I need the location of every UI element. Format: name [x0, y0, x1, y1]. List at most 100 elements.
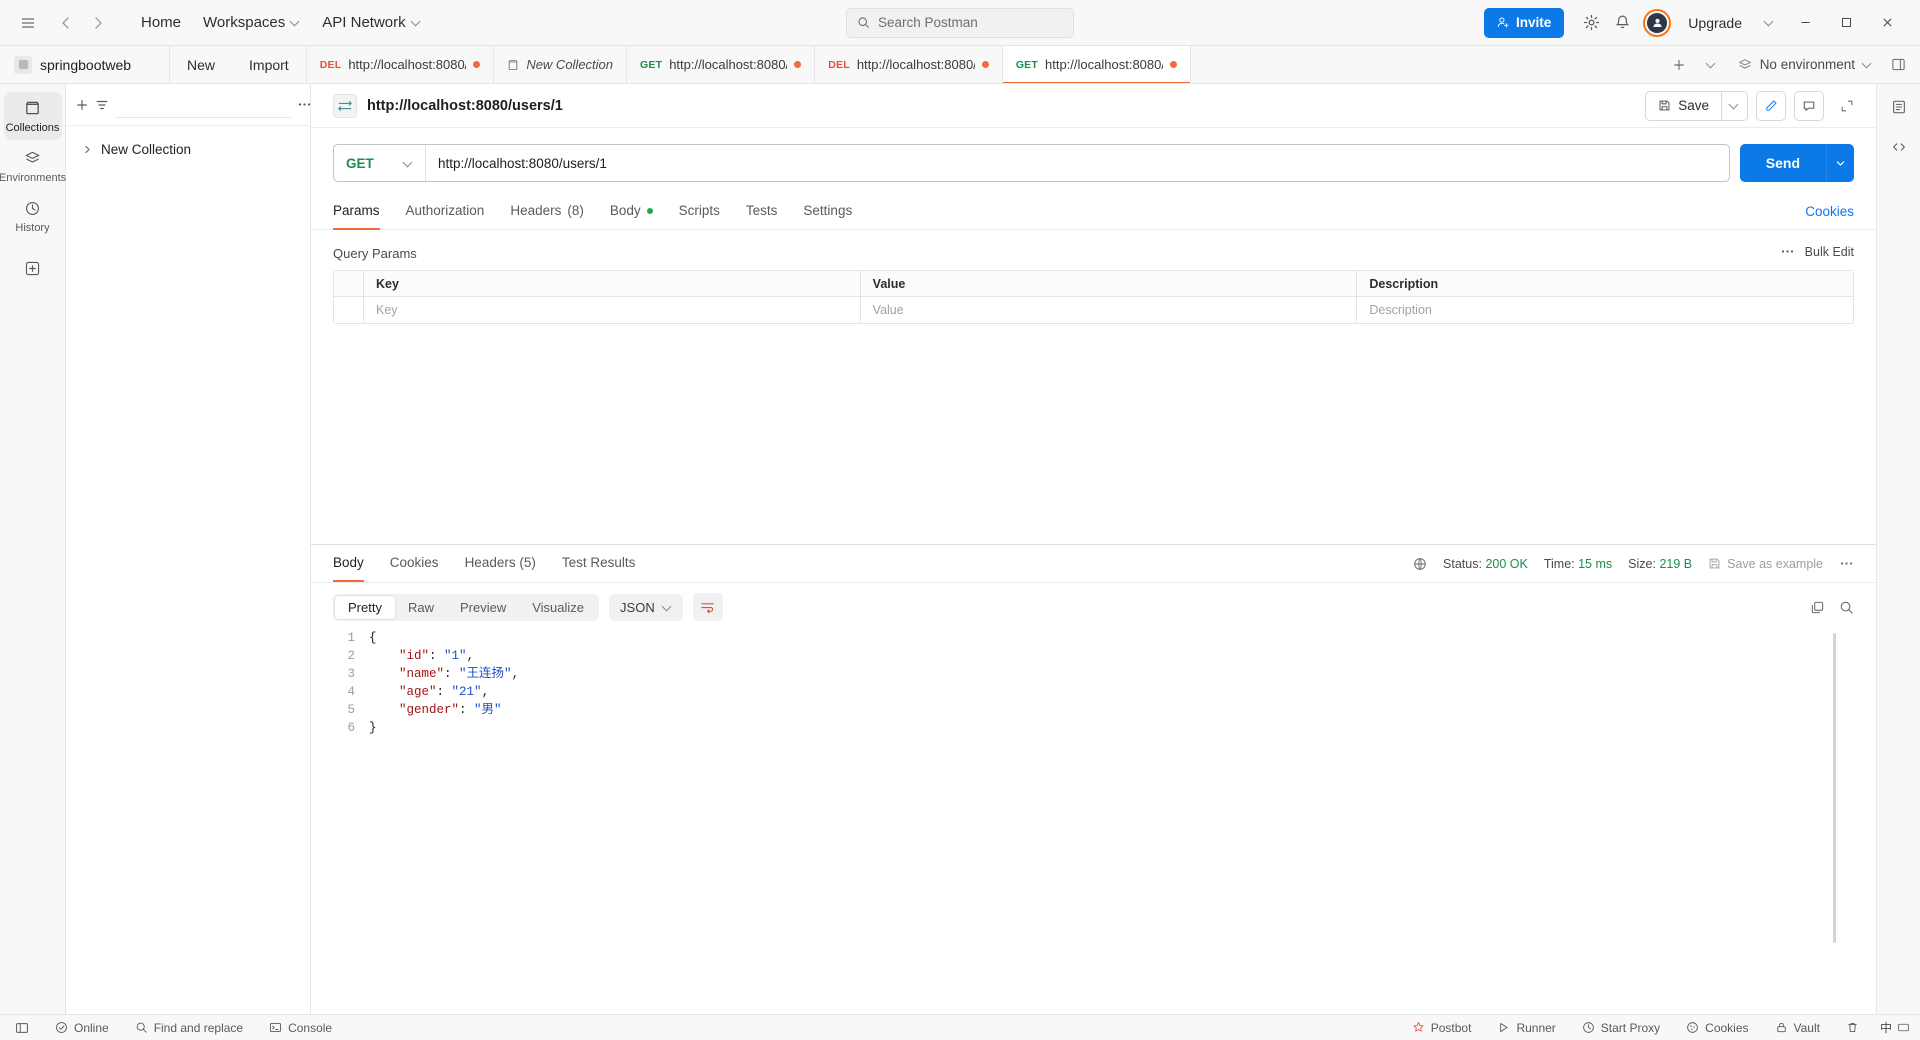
tab-authorization[interactable]: Authorization [393, 194, 498, 229]
arrow-left-icon[interactable] [52, 9, 80, 37]
runner-button[interactable]: Runner [1492, 1019, 1560, 1037]
main-area: Collections Environments History New Col… [0, 84, 1920, 1014]
send-options-button[interactable] [1826, 144, 1854, 182]
search-icon[interactable] [1839, 600, 1854, 615]
sidebar-item-environments[interactable]: Environments [0, 142, 66, 190]
sidebar-search-input[interactable] [115, 91, 291, 118]
workspace-selector[interactable]: springbootweb [0, 46, 170, 83]
tab-params[interactable]: Params [333, 194, 393, 230]
size-value: 219 B [1659, 556, 1693, 571]
page-title: http://localhost:8080/users/1 [367, 97, 563, 114]
column-header-value: Value [861, 271, 1358, 296]
method-selector[interactable]: GET [334, 145, 426, 181]
view-mode-raw[interactable]: Raw [395, 596, 447, 619]
new-tab-button[interactable] [1660, 46, 1698, 83]
wrap-lines-icon[interactable] [692, 593, 723, 621]
console-button[interactable]: Console [264, 1019, 337, 1037]
select-all-checkbox-cell[interactable] [334, 271, 364, 296]
hamburger-icon[interactable] [14, 9, 42, 37]
response-body-viewer[interactable]: 1{2 "id": "1", 3 "name": "王连扬", 4 "age": "… [311, 629, 1876, 1014]
cookies-button[interactable]: Cookies [1681, 1019, 1753, 1037]
upgrade-chevron-icon[interactable] [1755, 9, 1783, 37]
avatar[interactable] [1643, 8, 1672, 37]
ime-indicator[interactable]: 中 [1880, 1019, 1910, 1036]
documentation-icon[interactable] [1884, 92, 1914, 122]
online-label: Online [74, 1020, 109, 1035]
sidebar-toggle-icon[interactable] [10, 1019, 34, 1037]
row-checkbox-cell[interactable] [334, 297, 364, 323]
request-tab[interactable]: GET http://localhost:8080/u: [627, 46, 816, 83]
send-button[interactable]: Send [1739, 144, 1826, 182]
start-proxy-button[interactable]: Start Proxy [1577, 1019, 1665, 1037]
sidebar-item-collections[interactable]: Collections [3, 92, 62, 140]
tab-settings[interactable]: Settings [790, 194, 865, 229]
param-description-input[interactable]: Description [1357, 297, 1853, 323]
param-key-input[interactable]: Key [364, 297, 861, 323]
arrow-right-icon[interactable] [84, 9, 112, 37]
find-and-replace-button[interactable]: Find and replace [130, 1019, 248, 1037]
search-icon [858, 17, 869, 28]
plus-icon[interactable] [75, 92, 89, 118]
tab-body[interactable]: Body [597, 194, 666, 229]
import-button[interactable]: Import [235, 51, 303, 79]
online-status[interactable]: Online [50, 1019, 114, 1037]
env-quick-look-icon[interactable] [1884, 57, 1912, 72]
menu-home[interactable]: Home [130, 9, 192, 36]
trash-button[interactable] [1841, 1019, 1864, 1036]
url-input[interactable] [426, 145, 1729, 181]
response-tab-test-results[interactable]: Test Results [549, 546, 649, 581]
comment-icon[interactable] [1794, 90, 1824, 121]
postbot-button[interactable]: Postbot [1407, 1019, 1477, 1037]
view-mode-visualize[interactable]: Visualize [519, 596, 597, 619]
response-tab-headers[interactable]: Headers (5) [452, 546, 549, 581]
gear-icon[interactable] [1577, 9, 1605, 37]
tab-tests[interactable]: Tests [733, 194, 791, 229]
format-selector[interactable]: JSON [609, 593, 683, 621]
tab-label: Headers [510, 203, 562, 218]
copy-icon[interactable] [1810, 600, 1825, 615]
pencil-icon[interactable] [1756, 90, 1786, 121]
save-options-button[interactable] [1722, 90, 1748, 121]
view-mode-preview[interactable]: Preview [447, 596, 519, 619]
tab-headers[interactable]: Headers (8) [497, 194, 597, 229]
new-button[interactable]: New [173, 51, 229, 79]
menu-api-network[interactable]: API Network [311, 9, 431, 36]
param-value-input[interactable]: Value [861, 297, 1358, 323]
ellipsis-icon[interactable] [1839, 556, 1854, 571]
request-tab[interactable]: DEL http://localhost:8080/u: [307, 46, 495, 83]
unsaved-indicator-dot [794, 61, 802, 68]
global-search[interactable]: Search Postman [846, 7, 1074, 38]
request-tab[interactable]: GET http://localhost:8080/u: [1002, 46, 1191, 83]
code-snippet-icon[interactable] [1884, 132, 1914, 162]
minimize-button[interactable] [1786, 8, 1824, 38]
query-params-label: Query Params [333, 246, 417, 261]
save-button[interactable]: Save [1645, 90, 1722, 121]
tab-scripts[interactable]: Scripts [666, 194, 733, 229]
request-tab[interactable]: DEL http://localhost:8080/u: [815, 46, 1003, 83]
ellipsis-icon[interactable] [1780, 244, 1795, 259]
save-as-example-button[interactable]: Save as example [1708, 557, 1823, 571]
response-scrollbar[interactable] [1833, 633, 1836, 943]
view-mode-pretty[interactable]: Pretty [335, 595, 395, 619]
tabs-overflow-chevron-icon[interactable] [1698, 60, 1726, 69]
response-tab-cookies[interactable]: Cookies [377, 546, 452, 581]
upgrade-button[interactable]: Upgrade [1678, 10, 1752, 36]
response-tab-body[interactable]: Body [333, 546, 377, 582]
bulk-edit-button[interactable]: Bulk Edit [1805, 245, 1854, 259]
code-token: } [369, 721, 377, 735]
sidebar-item-more[interactable] [4, 252, 62, 283]
close-button[interactable] [1868, 8, 1906, 38]
sidebar-item-history[interactable]: History [4, 192, 62, 240]
environment-selector[interactable]: No environment [1728, 51, 1882, 78]
cookies-link[interactable]: Cookies [1805, 204, 1854, 219]
expand-pane-icon[interactable] [1832, 91, 1862, 121]
bell-icon[interactable] [1608, 9, 1636, 37]
vault-button[interactable]: Vault [1770, 1019, 1825, 1037]
maximize-button[interactable] [1827, 8, 1865, 38]
menu-workspaces[interactable]: Workspaces [192, 9, 311, 36]
filter-icon[interactable] [95, 92, 109, 118]
request-tab[interactable]: New Collection [494, 46, 628, 83]
list-item[interactable]: New Collection [66, 136, 310, 163]
invite-button[interactable]: Invite [1484, 7, 1565, 38]
ellipsis-icon[interactable] [297, 92, 312, 118]
